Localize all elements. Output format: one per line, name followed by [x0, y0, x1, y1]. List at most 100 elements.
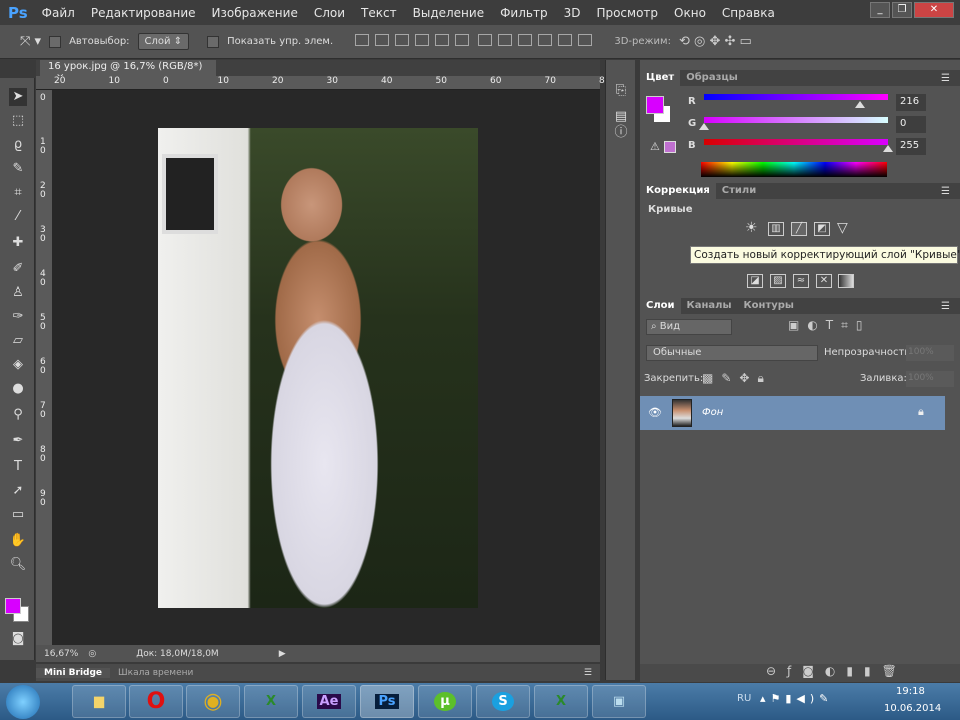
channel-g-slider[interactable]: [704, 117, 888, 123]
menu-file[interactable]: Файл: [42, 6, 75, 20]
maximize-button[interactable]: ❐: [892, 2, 912, 18]
fill-field[interactable]: 100%: [906, 371, 954, 387]
quick-select-tool-icon[interactable]: ✎: [9, 160, 27, 178]
zoom-level[interactable]: 16,67%: [44, 649, 78, 659]
taskbar-photo-viewer[interactable]: ▣: [592, 685, 646, 718]
fg-color-chip[interactable]: [646, 96, 664, 114]
gamut-warning-icon[interactable]: ⚠: [650, 140, 660, 153]
tab-adjustments[interactable]: Коррекция: [640, 183, 716, 199]
paint-bucket-icon[interactable]: ◈: [9, 356, 27, 374]
clock-date[interactable]: 10.06.2014: [884, 703, 941, 714]
color-spectrum-bar[interactable]: [701, 162, 887, 177]
document-tab[interactable]: 16 урок.jpg @ 16,7% (RGB/8*) ×: [40, 60, 216, 83]
channel-g-thumb[interactable]: [699, 123, 709, 130]
history-brush-icon[interactable]: ✑: [9, 308, 27, 326]
tab-color[interactable]: Цвет: [640, 70, 681, 86]
tab-styles[interactable]: Стили: [716, 183, 762, 199]
layers-footer-buttons[interactable]: ⊖ƒ◙◐▮▮🗑︎: [640, 664, 960, 682]
show-controls-checkbox[interactable]: [207, 35, 220, 48]
dodge-tool-icon[interactable]: ⚲: [9, 406, 27, 424]
align-buttons[interactable]: [355, 34, 598, 49]
taskbar-photoshop[interactable]: Ps: [360, 685, 414, 718]
lock-icons[interactable]: ▩✎✥🔒︎: [702, 371, 772, 386]
tab-channels[interactable]: Каналы: [681, 298, 738, 314]
channel-b-thumb[interactable]: [883, 145, 893, 152]
rectangle-tool-icon[interactable]: ▭: [9, 506, 27, 524]
blur-tool-icon[interactable]: ●: [9, 380, 27, 398]
selective-color-icon[interactable]: ✕: [816, 274, 832, 288]
marquee-tool-icon[interactable]: ⬚: [9, 112, 27, 130]
menu-view[interactable]: Просмотр: [596, 6, 658, 20]
hand-tool-icon[interactable]: ✋: [9, 532, 27, 550]
eraser-tool-icon[interactable]: ▱: [9, 332, 27, 350]
menu-filter[interactable]: Фильтр: [500, 6, 547, 20]
layer-filter-dropdown[interactable]: ⌕ Вид: [646, 319, 732, 335]
panel-menu-icon[interactable]: ☰: [935, 184, 956, 199]
tab-layers[interactable]: Слои: [640, 298, 681, 314]
taskbar-after-effects[interactable]: Ae: [302, 685, 356, 718]
invert-icon[interactable]: ◪: [747, 274, 763, 288]
tab-paths[interactable]: Контуры: [738, 298, 800, 314]
lasso-tool-icon[interactable]: ϱ: [9, 136, 27, 154]
move-tool-icon[interactable]: ⤧ ▾: [20, 34, 41, 49]
type-tool-icon[interactable]: T: [9, 458, 27, 476]
move-tool-icon[interactable]: ➤: [9, 88, 27, 106]
path-select-icon[interactable]: ➚: [9, 482, 27, 500]
minimize-button[interactable]: _: [870, 2, 890, 18]
brightness-icon[interactable]: ☀: [745, 220, 758, 236]
status-menu-arrow[interactable]: ▶: [279, 649, 286, 659]
taskbar-utorrent[interactable]: µ: [418, 685, 472, 718]
menu-3d[interactable]: 3D: [564, 6, 581, 20]
channel-r-thumb[interactable]: [855, 101, 865, 108]
menu-type[interactable]: Текст: [361, 6, 397, 20]
menu-window[interactable]: Окно: [674, 6, 706, 20]
clock-time[interactable]: 19:18: [896, 686, 925, 697]
menu-layers[interactable]: Слои: [314, 6, 345, 20]
autoselect-checkbox[interactable]: [49, 35, 62, 48]
taskbar-chrome[interactable]: ◉: [186, 685, 240, 718]
channel-g-value[interactable]: 0: [896, 116, 926, 133]
layer-filter-icons[interactable]: ▣◐T⌗▯: [788, 318, 871, 333]
layer-row[interactable]: 👁︎ Фон 🔒︎: [640, 396, 945, 430]
pen-tool-icon[interactable]: ✒: [9, 432, 27, 450]
menu-image[interactable]: Изображение: [212, 6, 298, 20]
taskbar-explorer[interactable]: ▆: [72, 685, 126, 718]
language-indicator[interactable]: RU: [737, 693, 751, 704]
threshold-icon[interactable]: ≈: [793, 274, 809, 288]
close-button[interactable]: ✕: [914, 2, 954, 18]
tab-mini-bridge[interactable]: Mini Bridge: [36, 667, 111, 678]
info-panel-icon[interactable]: ⓘ: [612, 124, 630, 142]
tab-swatches[interactable]: Образцы: [680, 70, 744, 86]
start-button[interactable]: [6, 685, 40, 719]
levels-icon[interactable]: ▥: [768, 222, 784, 236]
panel-menu-icon[interactable]: ☰: [576, 668, 600, 678]
posterize-icon[interactable]: ▨: [770, 274, 786, 288]
quick-mask-icon[interactable]: ◙: [9, 630, 27, 648]
gamut-color-chip[interactable]: [664, 141, 676, 153]
zoom-tool-icon[interactable]: 🔍︎: [9, 556, 27, 574]
healing-brush-icon[interactable]: ✚: [9, 234, 27, 252]
exposure-icon[interactable]: ◩: [814, 222, 830, 236]
channel-r-slider[interactable]: [704, 94, 888, 100]
crop-tool-icon[interactable]: ⌗: [9, 184, 27, 202]
layer-name[interactable]: Фон: [702, 407, 723, 418]
history-panel-icon[interactable]: ⎘: [612, 82, 630, 100]
channel-b-slider[interactable]: [704, 139, 888, 145]
visibility-eye-icon[interactable]: 👁︎: [648, 406, 662, 419]
foreground-color-fill[interactable]: [5, 598, 21, 614]
taskbar-excel[interactable]: X: [244, 685, 298, 718]
tray-icons[interactable]: ▴⚑▮◀)✎: [760, 692, 833, 705]
blend-mode-dropdown[interactable]: Обычные: [646, 345, 818, 361]
channel-r-value[interactable]: 216: [896, 94, 926, 111]
taskbar-excel-2[interactable]: X: [534, 685, 588, 718]
menu-select[interactable]: Выделение: [413, 6, 484, 20]
menu-help[interactable]: Справка: [722, 6, 775, 20]
channel-b-value[interactable]: 255: [896, 138, 926, 155]
brush-tool-icon[interactable]: ✐: [9, 260, 27, 278]
menu-edit[interactable]: Редактирование: [91, 6, 196, 20]
opacity-field[interactable]: 100%: [906, 345, 954, 361]
taskbar-opera[interactable]: O: [129, 685, 183, 718]
curves-icon[interactable]: ╱: [791, 222, 807, 236]
vibrance-icon[interactable]: ▽: [837, 220, 848, 236]
panel-menu-icon[interactable]: ☰: [935, 71, 956, 86]
